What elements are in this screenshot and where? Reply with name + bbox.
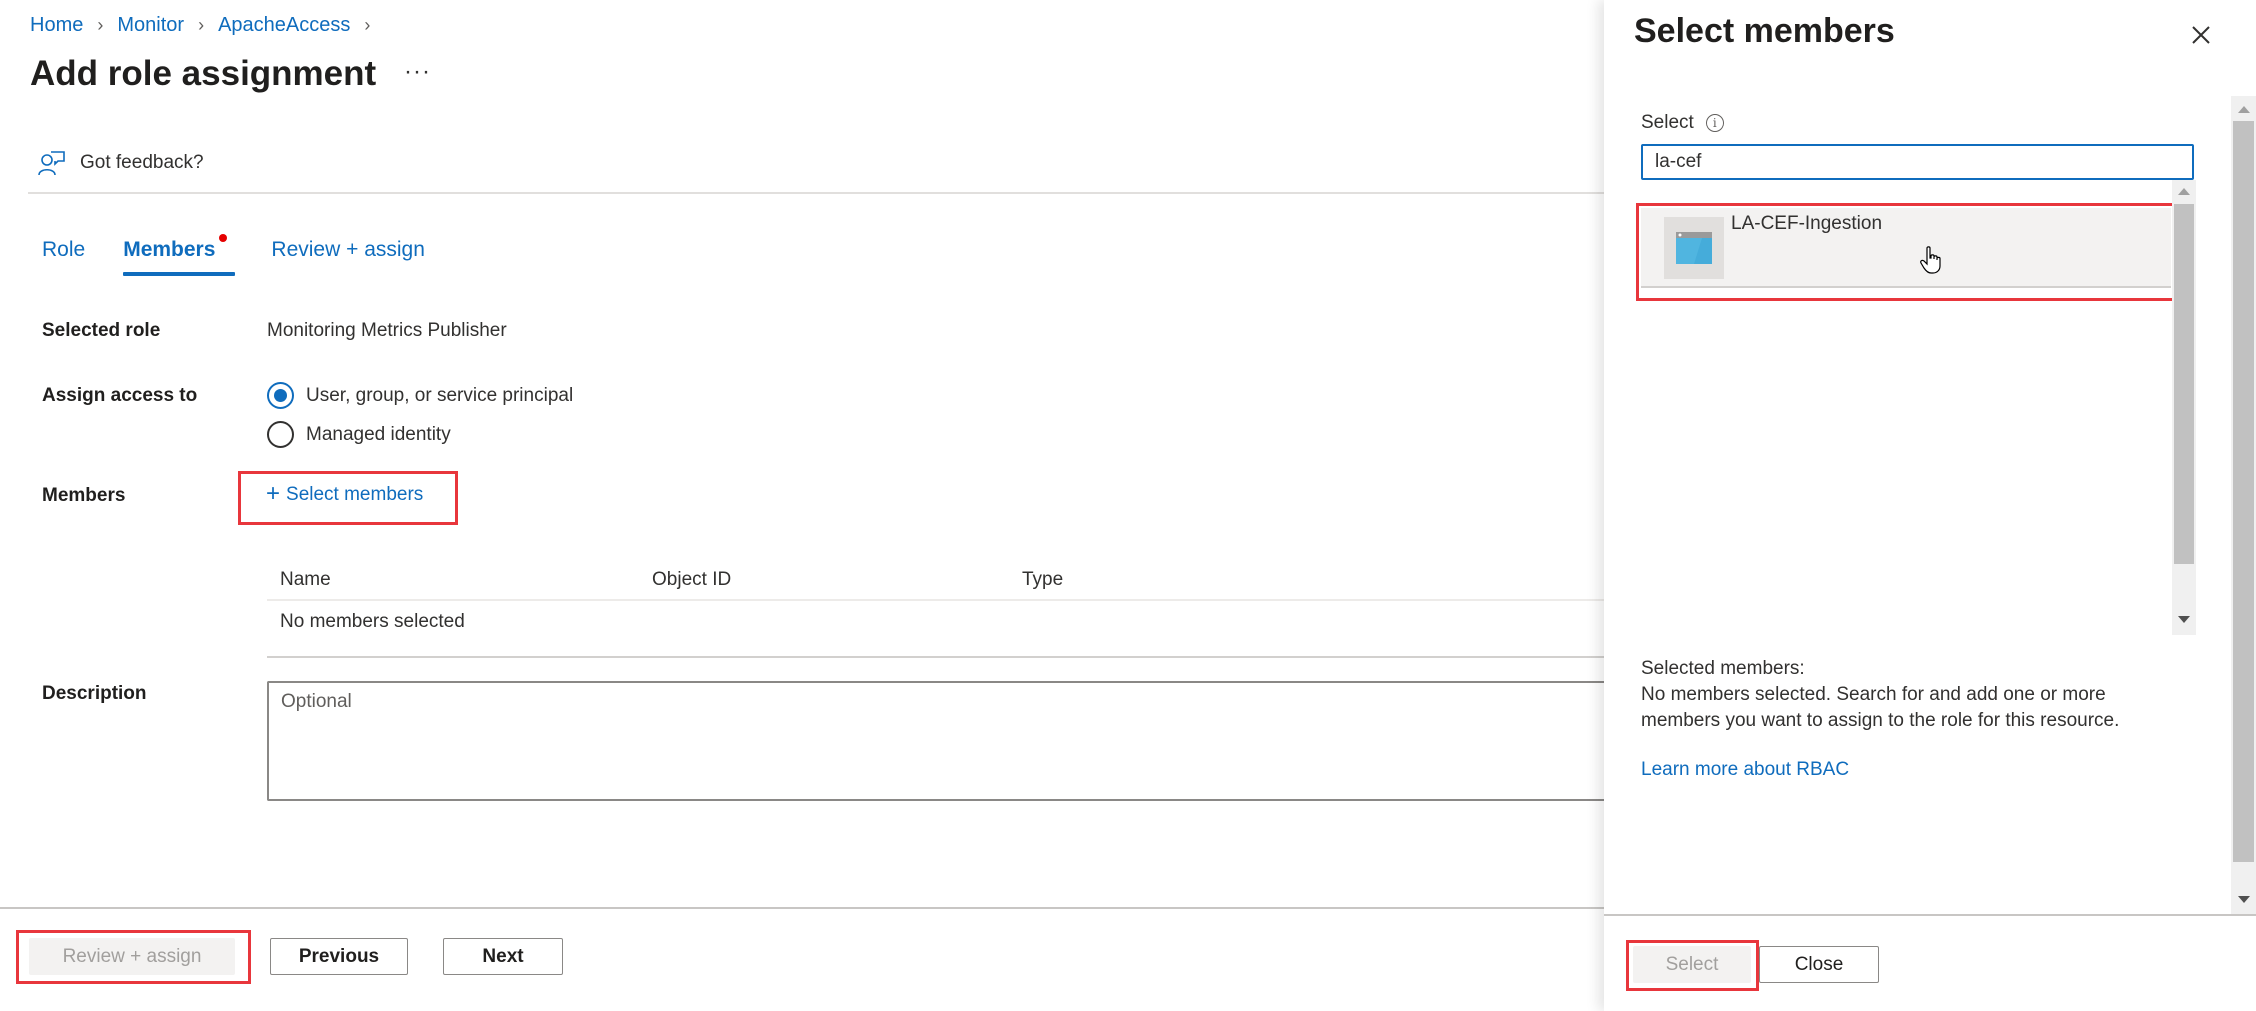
review-assign-button[interactable]: Review + assign — [29, 938, 235, 975]
radio-label: Managed identity — [306, 423, 451, 445]
column-header-object-id: Object ID — [652, 568, 732, 590]
close-button[interactable]: Close — [1759, 946, 1879, 983]
divider — [28, 192, 1604, 194]
panel-footer-divider — [1604, 914, 2256, 916]
previous-button[interactable]: Previous — [270, 938, 408, 975]
tab-label: Review + assign — [271, 238, 425, 261]
highlight-box — [1636, 203, 2185, 301]
chevron-right-icon: › — [198, 15, 205, 35]
feedback-person-icon — [38, 151, 65, 176]
radio-button-unchecked[interactable] — [267, 421, 294, 448]
tab-review-assign[interactable]: Review + assign — [271, 238, 425, 272]
table-empty-row: No members selected — [267, 601, 1604, 658]
select-label-text: Select — [1641, 112, 1694, 133]
selected-role-value: Monitoring Metrics Publisher — [267, 320, 507, 341]
member-search-input[interactable] — [1641, 144, 2194, 180]
tab-label: Members — [123, 238, 216, 261]
members-table: Name Object ID Type No members selected — [267, 560, 1604, 658]
scroll-up-arrow-icon[interactable] — [2174, 184, 2194, 200]
feedback-label: Got feedback? — [80, 152, 204, 173]
breadcrumb-apacheaccess[interactable]: ApacheAccess — [218, 14, 350, 37]
tab-list: Role Members Review + assign — [42, 234, 425, 276]
chevron-right-icon: › — [364, 15, 371, 35]
select-members-link[interactable]: + Select members — [266, 479, 424, 507]
column-header-name: Name — [280, 568, 331, 590]
breadcrumb: Home › Monitor › ApacheAccess › — [30, 14, 384, 37]
scroll-up-arrow-icon[interactable] — [2233, 102, 2254, 118]
selected-role-label: Selected role — [42, 320, 161, 341]
learn-more-rbac-link[interactable]: Learn more about RBAC — [1641, 759, 1849, 781]
tab-role[interactable]: Role — [42, 238, 85, 272]
select-field-label: Select i — [1641, 112, 1724, 134]
tab-label: Role — [42, 238, 86, 261]
plus-icon: + — [266, 479, 281, 507]
close-panel-button[interactable] — [2186, 20, 2216, 50]
selected-members-heading: Selected members: — [1641, 658, 1805, 679]
radio-user-group-service-principal[interactable]: User, group, or service principal — [267, 382, 573, 409]
column-header-type: Type — [1022, 568, 1064, 590]
more-options-button[interactable]: ··· — [404, 58, 431, 86]
description-input[interactable] — [267, 681, 1604, 801]
radio-button-checked[interactable] — [267, 382, 294, 409]
selected-members-description: No members selected. Search for and add … — [1641, 684, 2120, 731]
footer-divider — [0, 907, 1604, 909]
assign-access-label: Assign access to — [42, 385, 198, 406]
radio-managed-identity[interactable]: Managed identity — [267, 421, 451, 448]
page-title: Add role assignment — [30, 54, 377, 93]
radio-label: User, group, or service principal — [306, 384, 574, 406]
breadcrumb-home[interactable]: Home — [30, 14, 83, 37]
results-scrollbar-thumb[interactable] — [2174, 204, 2194, 564]
scroll-down-arrow-icon[interactable] — [2233, 892, 2254, 908]
chevron-right-icon: › — [97, 15, 104, 35]
tab-members[interactable]: Members — [123, 234, 236, 276]
info-icon[interactable]: i — [1705, 114, 1724, 132]
close-icon — [2192, 26, 2210, 44]
breadcrumb-monitor[interactable]: Monitor — [117, 14, 184, 37]
next-button[interactable]: Next — [443, 938, 563, 975]
selected-members-summary: Selected members: No members selected. S… — [1641, 656, 2181, 734]
description-label: Description — [42, 683, 147, 704]
members-label: Members — [42, 485, 126, 506]
feedback-button[interactable]: Got feedback? — [38, 150, 204, 176]
panel-title: Select members — [1634, 12, 1895, 50]
select-button[interactable]: Select — [1633, 946, 1751, 983]
scroll-down-arrow-icon[interactable] — [2174, 612, 2194, 628]
select-members-label: Select members — [286, 484, 424, 505]
panel-scrollbar-thumb[interactable] — [2233, 121, 2254, 862]
table-header: Name Object ID Type — [267, 560, 1604, 601]
hand-pointer-cursor-icon — [1920, 246, 1941, 274]
required-indicator-dot — [219, 234, 228, 242]
